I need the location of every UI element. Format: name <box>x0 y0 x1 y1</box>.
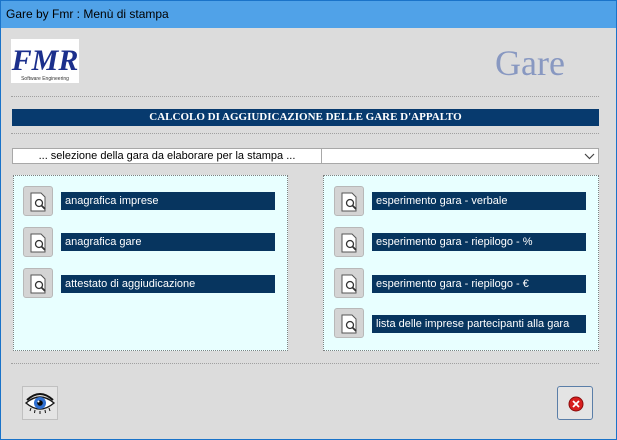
section-banner: CALCOLO DI AGGIUDICAZIONE DELLE GARE D'A… <box>12 109 599 126</box>
race-selector-label: ... selezione della gara da elaborare pe… <box>13 149 322 163</box>
anagrafica-gare-button[interactable] <box>23 227 53 257</box>
report-preview-icon <box>341 233 357 253</box>
fmr-logo-subtitle: Software Engineering <box>21 76 69 82</box>
riepilogo-euro-label[interactable]: esperimento gara - riepilogo - € <box>372 275 586 293</box>
race-dropdown-button[interactable] <box>581 149 598 163</box>
window-title: Gare by Fmr : Menù di stampa <box>6 7 169 21</box>
verbale-button[interactable] <box>334 186 364 216</box>
lista-imprese-button[interactable] <box>334 308 364 338</box>
preview-button[interactable] <box>22 386 58 420</box>
gare-logo: Gare <box>493 39 605 83</box>
race-selector[interactable]: ... selezione della gara da elaborare pe… <box>12 148 599 164</box>
print-menu-window: Gare by Fmr : Menù di stampa FMR Softwar… <box>0 0 617 440</box>
anagrafica-imprese-button[interactable] <box>23 186 53 216</box>
riepilogo-euro-button[interactable] <box>334 268 364 298</box>
riepilogo-percent-button[interactable] <box>334 227 364 257</box>
anagrafica-imprese-label[interactable]: anagrafica imprese <box>61 192 275 210</box>
report-preview-icon <box>341 192 357 212</box>
riepilogo-percent-label[interactable]: esperimento gara - riepilogo - % <box>372 233 586 251</box>
fmr-logo-text: FMR <box>11 44 78 77</box>
attestato-aggiudicazione-button[interactable] <box>23 268 53 298</box>
report-preview-icon <box>30 233 46 253</box>
title-bar[interactable]: Gare by Fmr : Menù di stampa <box>1 1 616 28</box>
eye-icon <box>24 393 56 414</box>
report-preview-icon <box>30 192 46 212</box>
fmr-logo-image: FMR Software Engineering <box>11 39 79 83</box>
anagrafica-gare-label[interactable]: anagrafica gare <box>61 233 275 251</box>
chevron-down-icon <box>584 153 595 160</box>
close-button[interactable] <box>557 386 593 420</box>
gare-logo-image: Gare <box>495 43 565 83</box>
report-preview-icon <box>341 274 357 294</box>
close-icon <box>568 396 584 412</box>
fmr-logo: FMR Software Engineering <box>11 39 79 83</box>
attestato-aggiudicazione-label[interactable]: attestato di aggiudicazione <box>61 275 275 293</box>
report-preview-icon <box>341 314 357 334</box>
separator-top <box>11 96 599 97</box>
gare-logo-text: Gare <box>495 43 565 83</box>
separator-middle <box>11 133 599 134</box>
race-selector-value[interactable] <box>323 149 579 163</box>
verbale-label[interactable]: esperimento gara - verbale <box>372 192 586 210</box>
lista-imprese-label[interactable]: lista delle imprese partecipanti alla ga… <box>372 315 586 333</box>
report-preview-icon <box>30 274 46 294</box>
separator-bottom <box>11 363 599 364</box>
